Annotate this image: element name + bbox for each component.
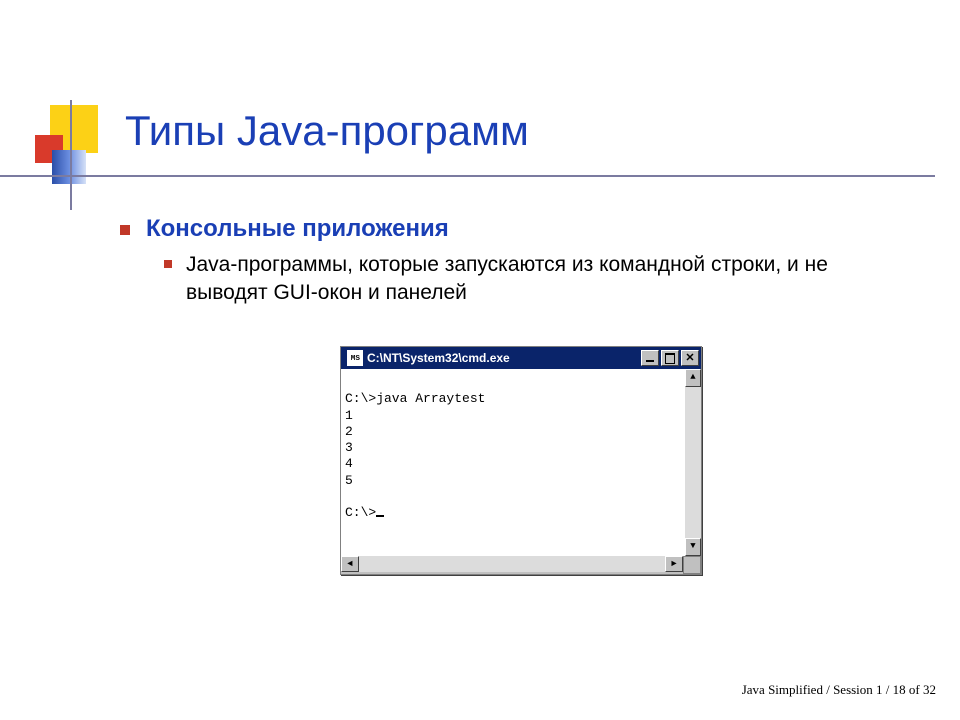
maximize-button[interactable] [661, 350, 679, 366]
scroll-track-vertical[interactable] [685, 387, 701, 538]
bullet-marker-icon [164, 260, 172, 268]
slide-body: Консольные приложения Java-программы, ко… [120, 215, 900, 308]
close-button[interactable]: ✕ [681, 350, 699, 366]
scroll-left-button[interactable]: ◄ [341, 556, 359, 572]
minimize-button[interactable] [641, 350, 659, 366]
cmd-app-icon: MS [347, 350, 363, 366]
cursor-icon [376, 515, 384, 517]
scrollbar-corner [683, 556, 701, 574]
header-decor [30, 105, 120, 195]
slide: Типы Java-программ Консольные приложения… [0, 0, 960, 720]
vertical-scrollbar[interactable]: ▲ ▼ [685, 369, 701, 556]
scroll-up-button[interactable]: ▲ [685, 369, 701, 387]
bullet-level1-text: Консольные приложения [146, 215, 449, 243]
decor-square-blue [52, 150, 86, 184]
cmd-window-title: C:\NT\System32\cmd.exe [367, 351, 641, 365]
decor-horizontal-line [0, 175, 935, 177]
window-buttons: ✕ [641, 350, 699, 366]
horizontal-scrollbar[interactable]: ◄ ► [341, 556, 683, 572]
cmd-client-area: C:\>java Arraytest 1 2 3 4 5 C:\> ▲ ▼ [341, 369, 701, 556]
slide-title: Типы Java-программ [125, 107, 529, 155]
bullet-level2: Java-программы, которые запускаются из к… [164, 251, 900, 308]
decor-vertical-line [70, 100, 72, 210]
bullet-level2-text: Java-программы, которые запускаются из к… [186, 251, 900, 308]
bullet-marker-icon [120, 225, 130, 235]
slide-footer: Java Simplified / Session 1 / 18 of 32 [742, 682, 936, 698]
cmd-titlebar: MS C:\NT\System32\cmd.exe ✕ [341, 347, 701, 369]
cmd-window: MS C:\NT\System32\cmd.exe ✕ C:\>java Arr… [340, 346, 702, 575]
bullet-level1: Консольные приложения [120, 215, 900, 243]
scroll-down-button[interactable]: ▼ [685, 538, 701, 556]
cmd-bottom-row: ◄ ► [341, 556, 701, 574]
scroll-track-horizontal[interactable] [359, 556, 665, 572]
cmd-output: C:\>java Arraytest 1 2 3 4 5 C:\> [341, 369, 685, 556]
scroll-right-button[interactable]: ► [665, 556, 683, 572]
